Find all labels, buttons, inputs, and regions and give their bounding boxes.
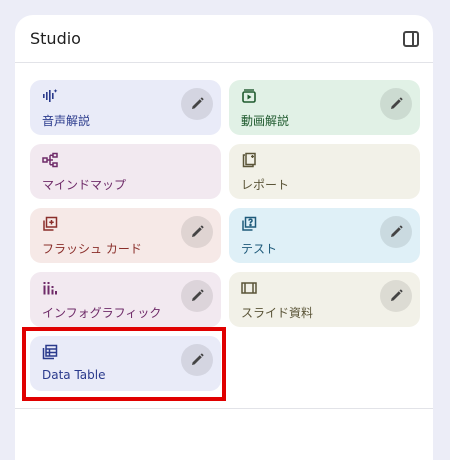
card-label: 動画解説 [241, 114, 290, 128]
audio-waveform-icon [42, 88, 58, 104]
card-slides[interactable]: スライド資料 [229, 272, 420, 327]
flashcards-icon [42, 216, 58, 232]
panel-toggle-icon[interactable] [399, 27, 423, 51]
studio-title: Studio [30, 29, 81, 48]
card-label: 音声解説 [42, 114, 91, 128]
quiz-icon [241, 216, 257, 232]
card-label: インフォグラフィック [42, 306, 162, 320]
edit-pencil-icon[interactable] [380, 216, 412, 248]
slides-icon [241, 280, 257, 296]
card-label: スライド資料 [241, 306, 314, 320]
studio-header: Studio [15, 15, 433, 63]
report-icon [241, 152, 257, 168]
card-label: マインドマップ [42, 178, 127, 192]
video-play-icon [241, 88, 257, 104]
card-audio-overview[interactable]: 音声解説 [30, 80, 221, 135]
card-flashcards[interactable]: フラッシュ カード [30, 208, 221, 263]
card-label: テスト [241, 242, 278, 256]
highlight-box [22, 327, 226, 401]
infographic-icon [42, 280, 58, 296]
edit-pencil-icon[interactable] [181, 216, 213, 248]
card-label: フラッシュ カード [42, 242, 142, 256]
edit-pencil-icon[interactable] [181, 88, 213, 120]
edit-pencil-icon[interactable] [380, 280, 412, 312]
edit-pencil-icon[interactable] [181, 280, 213, 312]
mind-map-icon [42, 152, 58, 168]
card-quiz[interactable]: テスト [229, 208, 420, 263]
edit-pencil-icon[interactable] [380, 88, 412, 120]
card-label: レポート [241, 178, 290, 192]
card-infographic[interactable]: インフォグラフィック [30, 272, 221, 327]
card-report[interactable]: レポート [229, 144, 420, 199]
card-video-overview[interactable]: 動画解説 [229, 80, 420, 135]
section-divider [15, 408, 433, 409]
card-mind-map[interactable]: マインドマップ [30, 144, 221, 199]
